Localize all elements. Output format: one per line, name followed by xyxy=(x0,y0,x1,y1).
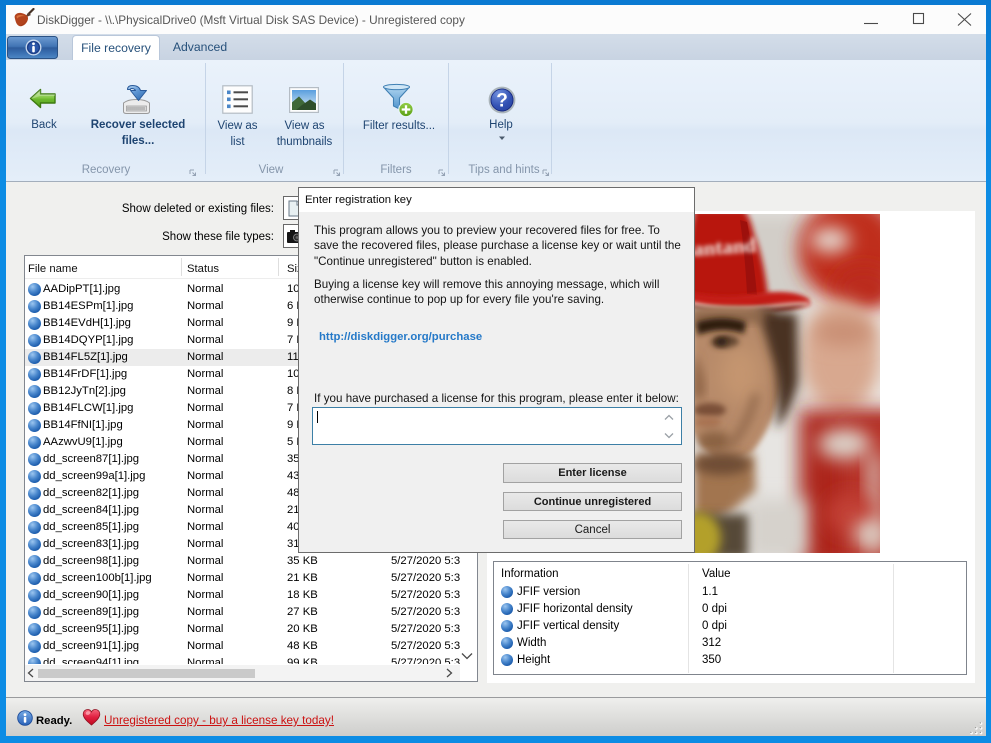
svg-text:?: ? xyxy=(496,90,508,111)
